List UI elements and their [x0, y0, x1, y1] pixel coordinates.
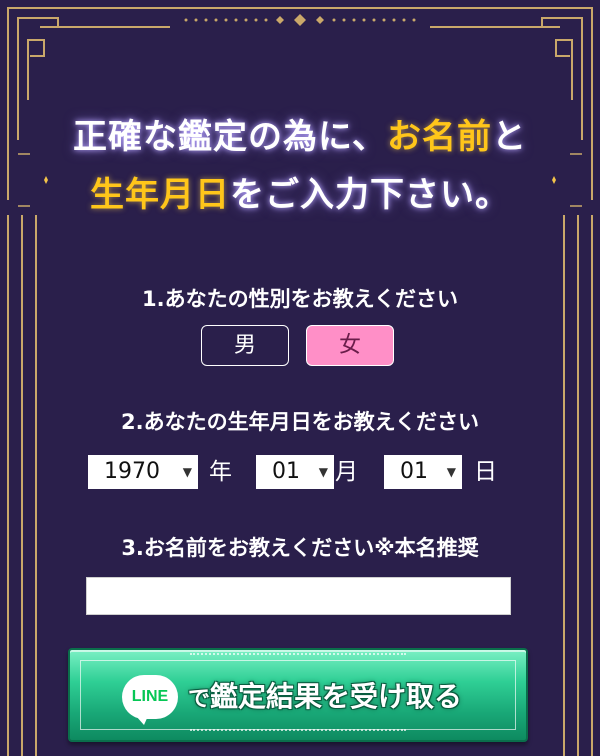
cta-prefix: で: [188, 686, 211, 712]
month-unit-label: 月: [335, 459, 358, 485]
chevron-down-icon: ▼: [446, 465, 456, 479]
birth-year-value: 1970: [104, 459, 160, 484]
page-headline: 正確な鑑定の為に、お名前と 生年月日をご入力下さい。: [0, 108, 600, 224]
question-gender-title: 1.あなたの性別をお教えください: [142, 287, 458, 311]
gender-male-button[interactable]: 男: [201, 325, 289, 366]
day-unit-label: 日: [474, 459, 497, 485]
birth-day-select[interactable]: 01 ▼: [384, 455, 462, 489]
cta-dots-top: [190, 653, 406, 661]
birth-year-select[interactable]: 1970 ▼: [88, 455, 198, 489]
headline-text: 正確な鑑定の為に、: [73, 117, 387, 157]
line-logo-icon: LINE: [122, 675, 178, 725]
name-input[interactable]: [86, 577, 511, 615]
question-birthday-title: 2.あなたの生年月日をお教えください: [121, 410, 479, 434]
headline-accent-name: お名前: [386, 117, 492, 157]
question-name-title: 3.お名前をお教えください※本名推奨: [121, 536, 479, 560]
cta-dots-bottom: [190, 729, 406, 737]
chevron-down-icon: ▼: [182, 465, 192, 479]
headline-accent-birthday: 生年月日: [90, 175, 230, 215]
headline-line-1: 正確な鑑定の為に、お名前と: [0, 108, 600, 166]
cta-label: で鑑定結果を受け取る: [188, 674, 462, 722]
birth-month-select[interactable]: 01 ▼: [256, 455, 334, 489]
headline-text: をご入力下さい。: [230, 175, 510, 215]
year-unit-label: 年: [209, 459, 232, 485]
birth-month-value: 01: [272, 459, 300, 484]
birth-day-value: 01: [400, 459, 428, 484]
gender-female-button[interactable]: 女: [306, 325, 394, 366]
headline-line-2: 生年月日をご入力下さい。: [0, 166, 600, 224]
cta-main-label: 鑑定結果を受け取る: [210, 680, 463, 713]
line-result-button[interactable]: LINE で鑑定結果を受け取る: [68, 648, 528, 742]
chevron-down-icon: ▼: [318, 465, 328, 479]
headline-text: と: [491, 117, 527, 157]
